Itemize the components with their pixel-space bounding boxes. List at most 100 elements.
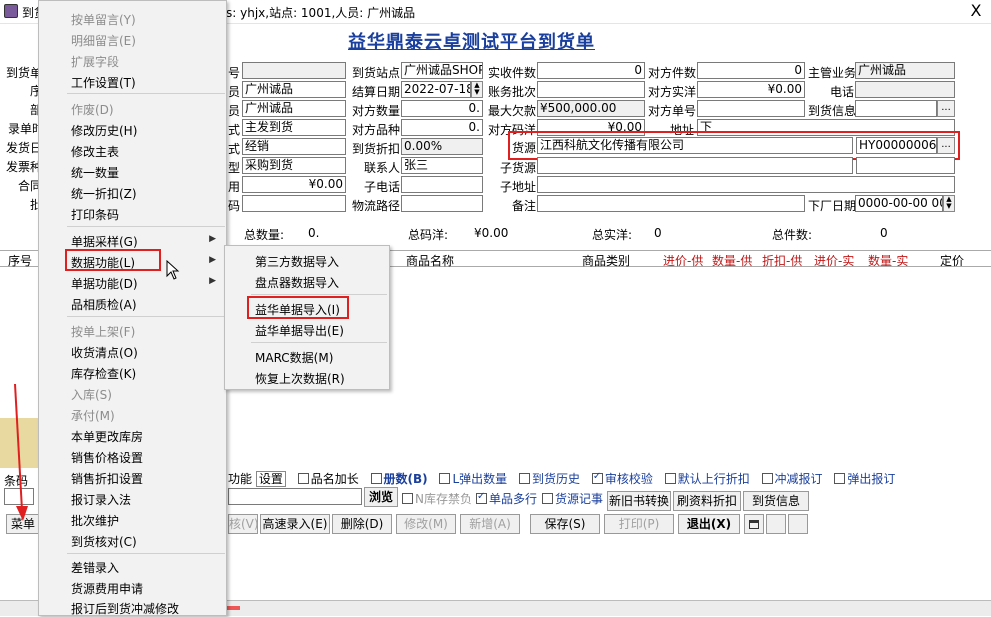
fast-entry-button[interactable]: 高速录入(E) (260, 514, 330, 534)
manager-field[interactable]: 广州诚品 (855, 62, 955, 79)
opt-volume[interactable]: 册数(B) (370, 472, 428, 486)
audit-button[interactable]: 核(V) (228, 514, 259, 534)
close-button[interactable]: X (967, 1, 985, 20)
sub-phone-field[interactable] (401, 176, 483, 193)
batch-field[interactable] (537, 81, 645, 98)
received-pieces-field[interactable]: 0 (537, 62, 645, 79)
staff2-field[interactable]: 广州诚品 (242, 100, 346, 117)
order-no-field[interactable] (242, 62, 346, 79)
col-header[interactable]: 折扣-供 (762, 252, 802, 269)
checkbox[interactable] (834, 473, 846, 484)
peer-price-field[interactable]: ¥0.00 (537, 119, 645, 136)
col-header[interactable]: 商品名称 (406, 252, 454, 269)
submenu-item[interactable]: 恢复上次数据(R) (255, 370, 345, 387)
opt-history[interactable]: 到货历史 (519, 472, 580, 486)
menu-item[interactable]: 库存检查(K) (71, 365, 136, 382)
checkbox[interactable] (476, 491, 487, 504)
new-old-convert-button[interactable]: 新旧书转换 (607, 491, 671, 511)
multi-row-option[interactable]: 单品多行 (476, 490, 537, 507)
checkbox[interactable] (402, 493, 413, 504)
date-spinner[interactable]: ▲ ▼ (471, 81, 483, 98)
checkbox[interactable] (591, 471, 603, 484)
menu-item[interactable]: 销售价格设置 (71, 449, 143, 466)
col-header[interactable]: 数量-供 (712, 252, 752, 269)
sub-address-field[interactable] (537, 176, 955, 193)
opt-name-long[interactable]: 品名加长 (297, 472, 359, 486)
peer-order-no-field[interactable] (697, 100, 805, 117)
menu-item[interactable]: 承付(M) (71, 407, 115, 424)
menu-item[interactable]: 按单留言(Y) (71, 11, 136, 28)
settle-date-field[interactable]: 2022-07-18 (401, 81, 471, 98)
menu-item[interactable]: 到货核对(C) (71, 533, 137, 550)
checkbox[interactable] (761, 473, 773, 484)
opt-popup-order[interactable]: 弹出报订 (834, 472, 895, 486)
opt-offset[interactable]: 冲减报订 (761, 472, 823, 486)
checkbox[interactable] (370, 473, 382, 484)
refresh-discount-button[interactable]: 刷资料折扣 (673, 491, 741, 511)
delivery-date-spinner[interactable]: ▲ ▼ (943, 195, 955, 212)
supplier-name-field[interactable]: 江西科航文化传播有限公司 (537, 137, 853, 154)
opt-default-discount[interactable]: 默认上行折扣 (664, 472, 750, 486)
address-field[interactable]: 下 (697, 119, 955, 136)
small-button-1[interactable] (744, 514, 764, 534)
col-header[interactable]: 商品类别 (582, 252, 630, 269)
peer-pieces-field[interactable]: 0 (697, 62, 805, 79)
submenu-item[interactable]: 第三方数据导入 (255, 253, 339, 270)
phone-field[interactable] (855, 81, 955, 98)
opt-audit-check[interactable]: 审核校验 (591, 471, 653, 486)
submenu-item-yihua-import[interactable]: 益华单据导入(I) (255, 301, 340, 318)
menu-item[interactable]: 按单上架(F) (71, 323, 135, 340)
small-button-3[interactable] (788, 514, 808, 534)
small-button-2[interactable] (766, 514, 786, 534)
browse-supplier-button[interactable]: ... (937, 137, 955, 154)
sub-supplier-field[interactable] (537, 157, 853, 174)
remark-field[interactable] (537, 195, 805, 212)
fee-field[interactable]: ¥0.00 (242, 176, 346, 193)
menu-item[interactable]: 作废(D) (71, 101, 114, 118)
menu-item[interactable]: 销售折扣设置 (71, 470, 143, 487)
delete-button[interactable]: 删除(D) (332, 514, 392, 534)
code-field[interactable] (242, 195, 346, 212)
discount-field[interactable]: 0.00% (401, 138, 483, 155)
settings-button[interactable]: 设置 (255, 471, 286, 487)
menu-item[interactable]: 收货清点(O) (71, 344, 138, 361)
delivery-date-field[interactable]: 0000-00-00 00: (855, 195, 943, 212)
menu-item[interactable]: 本单更改库房 (71, 428, 143, 445)
sub-supplier-code-field[interactable] (856, 157, 955, 174)
site-field[interactable]: 广州诚品SHOP (401, 62, 483, 79)
contact-field[interactable]: 张三 (401, 157, 483, 174)
modify-button[interactable]: 修改(M) (396, 514, 456, 534)
exit-button[interactable]: 退出(X) (678, 514, 740, 534)
menu-item-data-function[interactable]: 数据功能(L) (71, 254, 135, 271)
max-debt-field[interactable]: ¥500,000.00 (537, 100, 645, 117)
delivery-info-field[interactable] (855, 100, 937, 117)
menu-item[interactable]: 单据采样(G) (71, 233, 138, 250)
menu-item[interactable]: 扩展字段 (71, 53, 119, 70)
supplier-code-field[interactable]: HY00000006 (856, 137, 937, 154)
menu-item[interactable]: 差错录入 (71, 559, 119, 576)
col-header[interactable]: 进价-实 (814, 252, 854, 269)
menu-item[interactable]: 明细留言(E) (71, 32, 136, 49)
peer-qty-field[interactable]: 0. (401, 100, 483, 117)
print-button[interactable]: 打印(P) (604, 514, 674, 534)
supplier-record-option[interactable]: 货源记事 (542, 490, 603, 507)
col-header[interactable]: 数量-实 (868, 252, 908, 269)
peer-real-field[interactable]: ¥0.00 (697, 81, 805, 98)
search-input[interactable] (228, 488, 362, 505)
col-header[interactable]: 进价-供 (663, 252, 703, 269)
delivery-info-button[interactable]: 到货信息 (743, 491, 809, 511)
menu-item[interactable]: 修改主表 (71, 143, 119, 160)
col-header[interactable]: 定价 (940, 252, 964, 269)
menu-item[interactable]: 报订后到货冲减修改 (71, 600, 179, 617)
checkbox[interactable] (297, 473, 309, 484)
submenu-item[interactable]: MARC数据(M) (255, 349, 333, 366)
browse-button[interactable]: 浏览 (364, 487, 398, 507)
opt-popup-qty[interactable]: L弹出数量 (439, 472, 507, 486)
checkbox[interactable] (664, 473, 676, 484)
checkbox[interactable] (542, 493, 553, 504)
menu-item[interactable]: 修改历史(H) (71, 122, 137, 139)
delivery-type-field[interactable]: 主发到货 (242, 119, 346, 136)
col-header[interactable]: 序号 (8, 252, 32, 269)
menu-item[interactable]: 统一折扣(Z) (71, 185, 137, 202)
n-stock-option[interactable]: N库存禁负 (402, 490, 472, 507)
